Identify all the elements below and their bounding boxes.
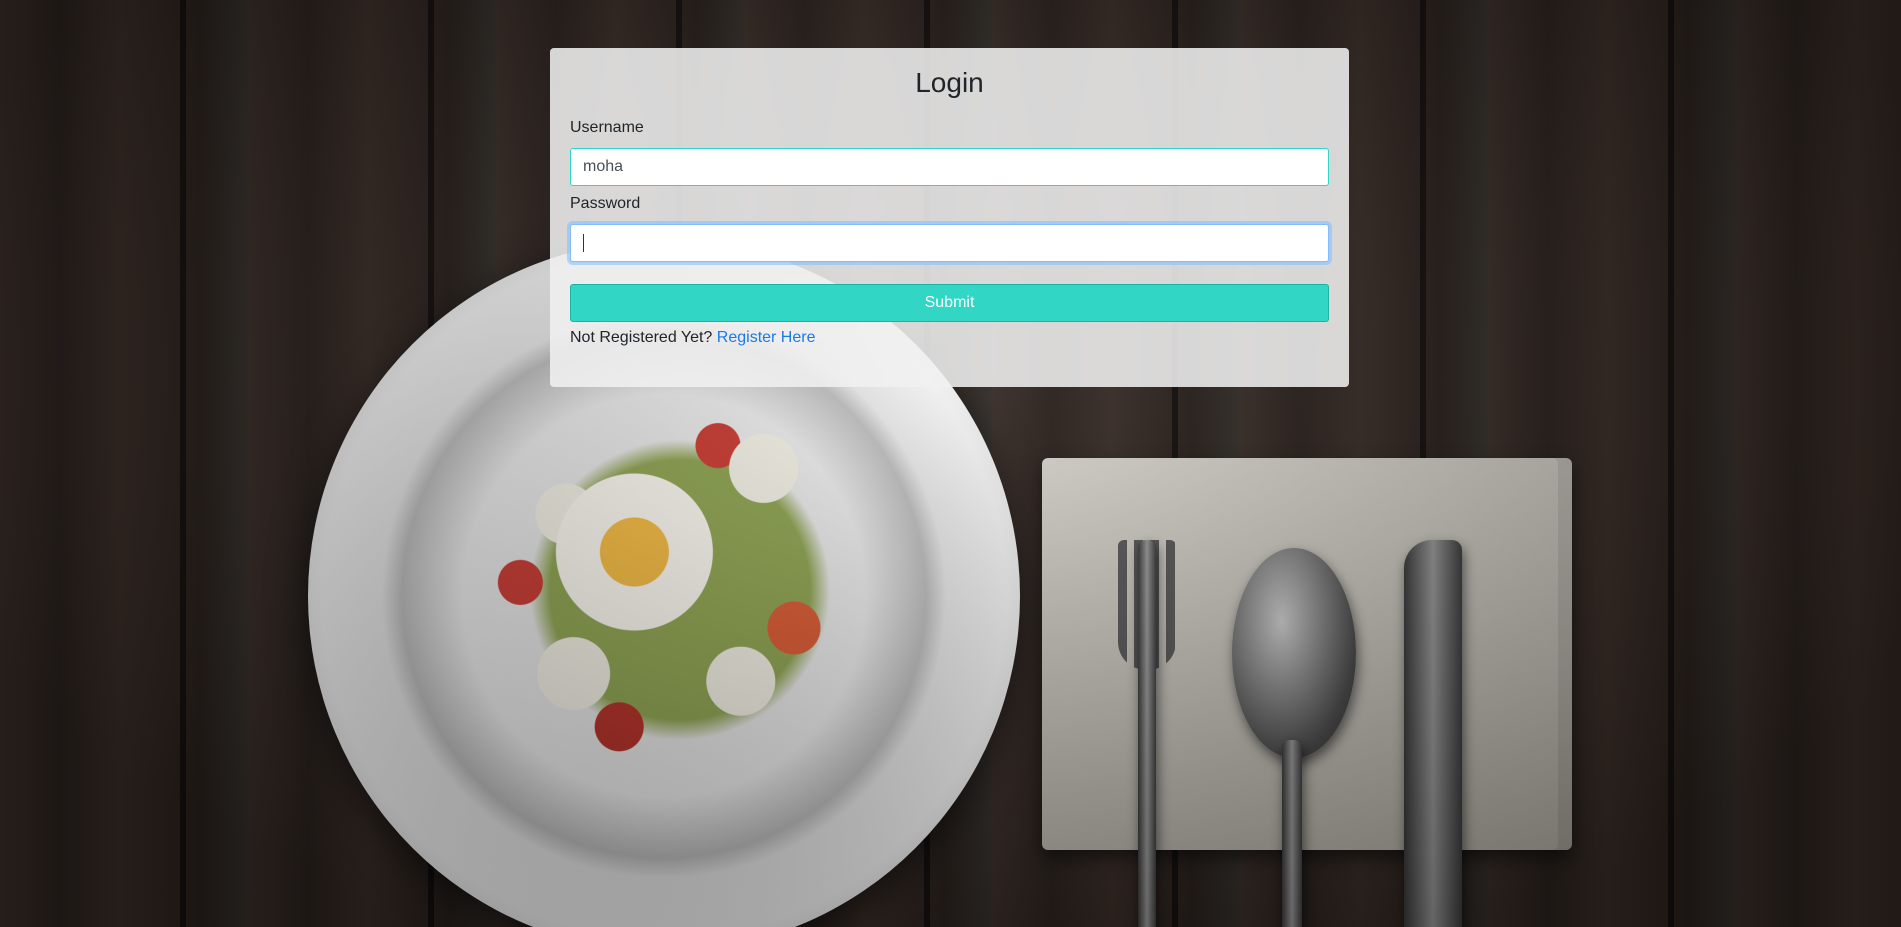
password-field-wrapper bbox=[570, 224, 1329, 262]
fork-handle bbox=[1138, 540, 1156, 927]
text-caret bbox=[583, 234, 584, 252]
password-input[interactable] bbox=[570, 224, 1329, 262]
register-prompt-line: Not Registered Yet? Register Here bbox=[570, 327, 1329, 349]
password-label: Password bbox=[570, 195, 641, 212]
fork-icon bbox=[1118, 540, 1176, 670]
napkin-image bbox=[1042, 458, 1572, 850]
spoon-icon bbox=[1232, 548, 1356, 758]
login-title: Login bbox=[915, 67, 984, 98]
food-image bbox=[490, 400, 870, 780]
submit-button[interactable]: Submit bbox=[570, 284, 1329, 322]
register-link[interactable]: Register Here bbox=[717, 329, 816, 346]
login-card: Login Username Password Submit Not Regis… bbox=[550, 48, 1349, 387]
register-prompt-text: Not Registered Yet? bbox=[570, 329, 713, 346]
spoon-handle bbox=[1282, 740, 1302, 927]
username-label: Username bbox=[570, 119, 644, 136]
knife-icon bbox=[1404, 540, 1462, 927]
username-input[interactable] bbox=[570, 148, 1329, 186]
